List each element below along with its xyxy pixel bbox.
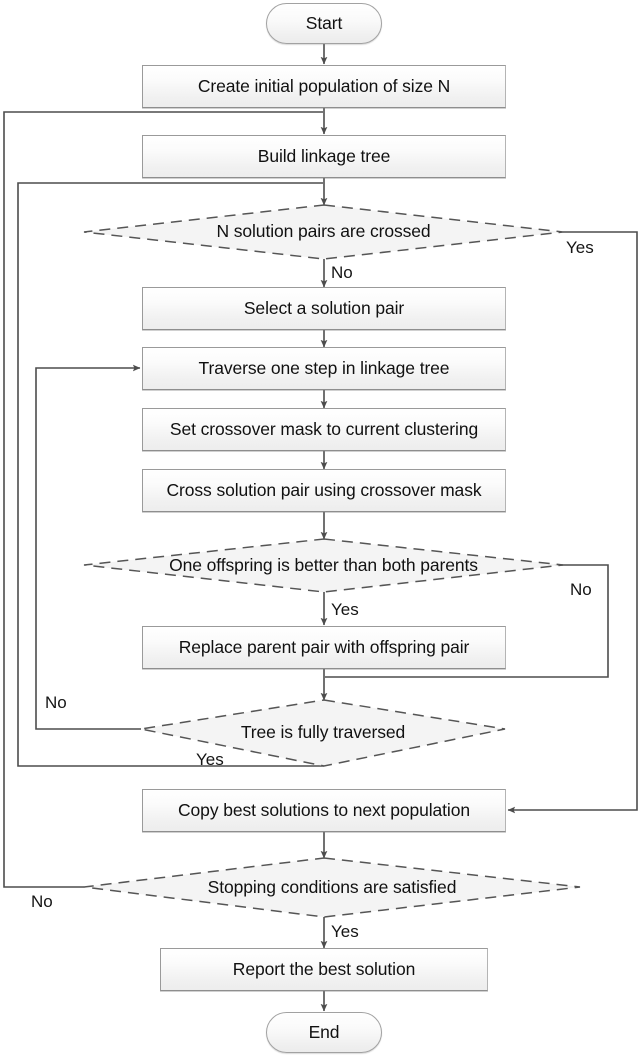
node-create-initial-population[interactable]: Create initial population of size N (142, 65, 506, 108)
node-cross-solution-pair-using-crossover-mask-label: Cross solution pair using crossover mask (166, 479, 482, 500)
edge-label-stopping-no: No (31, 892, 53, 911)
node-report-the-best-solution-label: Report the best solution (232, 958, 416, 979)
node-replace-parent-pair-with-offspring-pair-label: Replace parent pair with offspring pair (178, 636, 470, 657)
edge-label-ncrossed-no: No (331, 263, 353, 282)
node-build-linkage-tree[interactable]: Build linkage tree (142, 135, 506, 178)
node-traverse-one-step-in-linkage-tree[interactable]: Traverse one step in linkage tree (142, 347, 506, 390)
node-copy-best-solutions-to-next-population[interactable]: Copy best solutions to next population (142, 789, 506, 832)
edge-label-offspring-no: No (570, 580, 592, 599)
node-select-a-solution-pair-label: Select a solution pair (243, 297, 405, 318)
node-stopping-conditions-are-satisfied[interactable]: Stopping conditions are satisfied (84, 858, 580, 917)
node-stopping-conditions-are-satisfied-label: Stopping conditions are satisfied (207, 876, 457, 897)
edge-label-offspring-yes: Yes (331, 600, 359, 619)
node-copy-best-solutions-to-next-population-label: Copy best solutions to next population (178, 799, 470, 820)
edge-label-stopping-yes: Yes (331, 922, 359, 941)
node-end-label: End (308, 1021, 340, 1042)
node-set-crossover-mask-to-current-clustering-label: Set crossover mask to current clustering (169, 418, 479, 439)
node-report-the-best-solution[interactable]: Report the best solution (160, 948, 488, 991)
flowchart-canvas: Start Create initial population of size … (0, 0, 640, 1057)
node-one-offspring-is-better-than-both-parents[interactable]: One offspring is better than both parent… (84, 539, 563, 592)
node-build-linkage-tree-label: Build linkage tree (257, 145, 391, 166)
edge-label-fullytrav-no: No (45, 693, 67, 712)
node-select-a-solution-pair[interactable]: Select a solution pair (142, 287, 506, 330)
edge-label-fullytrav-yes: Yes (196, 750, 224, 769)
node-cross-solution-pair-using-crossover-mask[interactable]: Cross solution pair using crossover mask (142, 469, 506, 512)
node-one-offspring-is-better-than-both-parents-label: One offspring is better than both parent… (169, 554, 478, 575)
node-traverse-one-step-in-linkage-tree-label: Traverse one step in linkage tree (198, 357, 450, 378)
node-tree-is-fully-traversed-label: Tree is fully traversed (240, 722, 406, 743)
node-replace-parent-pair-with-offspring-pair[interactable]: Replace parent pair with offspring pair (142, 626, 506, 669)
node-create-initial-population-label: Create initial population of size N (197, 75, 451, 96)
node-n-solution-pairs-are-crossed[interactable]: N solution pairs are crossed (84, 205, 563, 259)
node-start[interactable]: Start (266, 3, 382, 44)
edge-label-ncrossed-yes: Yes (566, 238, 594, 257)
node-set-crossover-mask-to-current-clustering[interactable]: Set crossover mask to current clustering (142, 408, 506, 451)
edge-ncrossed-yes (507, 231, 638, 814)
node-end[interactable]: End (266, 1012, 382, 1053)
node-n-solution-pairs-are-crossed-label: N solution pairs are crossed (216, 221, 431, 242)
node-start-label: Start (305, 12, 343, 33)
